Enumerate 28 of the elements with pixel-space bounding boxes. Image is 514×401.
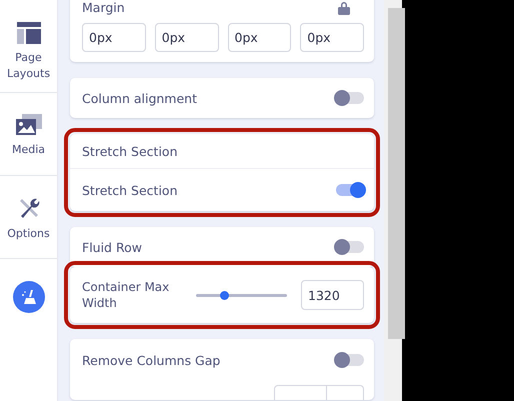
section-title: Stretch Section: [82, 144, 178, 158]
gap-field[interactable]: [274, 385, 364, 400]
toggle-switch[interactable]: [336, 241, 364, 253]
margin-field[interactable]: 0px: [300, 23, 364, 52]
margin-field[interactable]: 0px: [154, 23, 218, 52]
layout-icon: [16, 22, 40, 44]
brush-button[interactable]: [12, 281, 44, 313]
margin-field[interactable]: 0px: [228, 23, 292, 52]
slider-thumb[interactable]: [220, 290, 230, 300]
scrollbar-thumb[interactable]: [388, 8, 405, 339]
sidebar-tab[interactable]: Options: [0, 176, 57, 259]
setting-label: Container Max Width: [82, 278, 170, 312]
setting-label: Column alignment: [82, 90, 197, 106]
lock-icon[interactable]: [338, 0, 350, 14]
margin-field[interactable]: 0px: [82, 23, 146, 52]
sidebar-tab[interactable]: Page Layouts: [0, 0, 57, 93]
sidebar-tab[interactable]: Media: [0, 93, 57, 176]
slider-track[interactable]: [196, 294, 287, 296]
image-icon: [16, 114, 42, 136]
setting-label: Stretch Section: [82, 182, 178, 198]
setting-label: Fluid Row: [82, 240, 142, 254]
toggle-switch[interactable]: [336, 184, 364, 196]
setting-label: Margin: [82, 0, 125, 15]
toggle-switch[interactable]: [336, 92, 364, 104]
toggle-switch[interactable]: [336, 354, 364, 366]
setting-label: Remove Columns Gap: [82, 352, 220, 368]
width-field[interactable]: 1320: [301, 280, 364, 310]
brush-icon: [20, 289, 36, 305]
